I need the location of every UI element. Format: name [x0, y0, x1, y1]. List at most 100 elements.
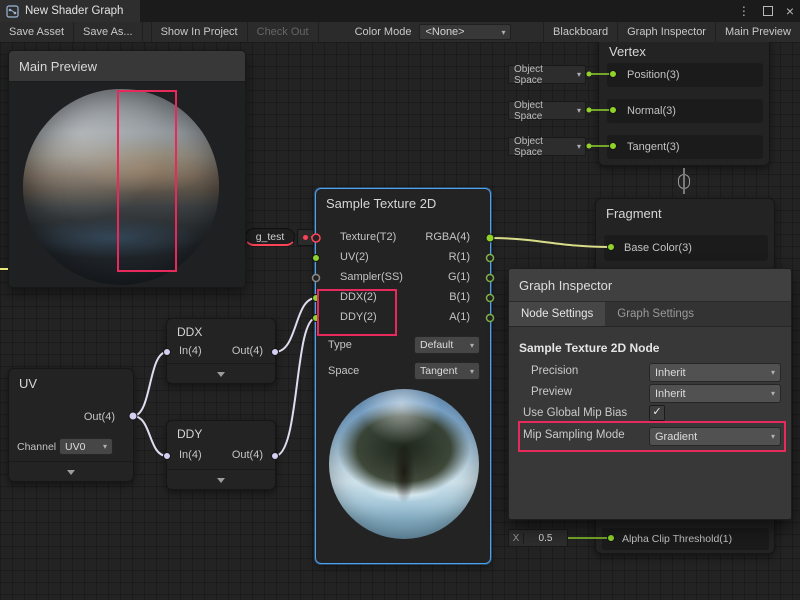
preview-dropdown[interactable]: Inherit ▾ — [649, 384, 781, 403]
precision-value: Inherit — [655, 367, 686, 379]
graph-inspector-header[interactable]: Graph Inspector — [509, 269, 791, 302]
graph-canvas[interactable]: Fragment Base Color(3) Alpha Clip Thresh… — [0, 42, 800, 600]
save-asset-button[interactable]: Save Asset — [0, 22, 74, 42]
chevron-down-icon — [67, 470, 75, 475]
color-mode-label: Color Mode — [349, 22, 418, 42]
chevron-down-icon: ▾ — [470, 341, 474, 350]
type-label: Type — [328, 339, 352, 351]
check-icon: ✓ — [652, 406, 661, 418]
texture-property-pill[interactable]: g_test — [245, 228, 295, 246]
chevron-down-icon — [217, 372, 225, 377]
uv-channel-value: UV0 — [65, 441, 85, 453]
input-sampler-label: Sampler(SS) — [340, 271, 403, 283]
output-rgba-label: RGBA(4) — [425, 231, 470, 243]
window-title: New Shader Graph — [25, 5, 123, 17]
uv-collapse-button[interactable] — [9, 461, 133, 482]
ddy-in-label: In(4) — [179, 449, 202, 461]
chevron-down-icon: ▾ — [771, 368, 775, 377]
inspector-node-heading: Sample Texture 2D Node — [519, 341, 659, 355]
space-label: Space — [328, 365, 359, 377]
title-bar: New Shader Graph ⋮ × — [0, 0, 800, 22]
wire-uv-to-ddy — [133, 416, 167, 456]
tab-node-settings[interactable]: Node Settings — [509, 302, 605, 326]
uv-node[interactable]: UV Out(4) Channel UV0 ▾ — [8, 368, 134, 482]
ddx-node[interactable]: DDX In(4) Out(4) — [166, 318, 276, 384]
ddy-node[interactable]: DDY In(4) Out(4) — [166, 420, 276, 490]
alpha-value[interactable]: 0.5 — [524, 533, 567, 544]
mip-bias-label: Use Global Mip Bias — [523, 407, 627, 419]
wire-uv-to-ddx — [133, 352, 167, 416]
chevron-down-icon: ▾ — [501, 28, 505, 37]
use-global-mip-bias-checkbox[interactable]: ✓ — [649, 405, 665, 421]
show-in-project-button[interactable]: Show In Project — [151, 22, 248, 42]
document-tab[interactable]: New Shader Graph — [0, 0, 140, 22]
preview-label: Preview — [531, 386, 572, 398]
alpha-clip-value-widget[interactable]: X 0.5 — [508, 529, 568, 547]
preview-value: Inherit — [655, 388, 686, 400]
tangent-space-dropdown[interactable]: Object Space ▾ — [508, 137, 586, 156]
ddx-in-label: In(4) — [179, 345, 202, 357]
blackboard-toggle-button[interactable]: Blackboard — [543, 22, 617, 42]
wire-ddx-to-sample — [275, 298, 316, 352]
main-preview-toggle-button[interactable]: Main Preview — [715, 22, 800, 42]
position-block[interactable]: Position(3) — [607, 63, 763, 87]
normal-space-dropdown[interactable]: Object Space ▾ — [508, 101, 586, 120]
chevron-down-icon: ▾ — [577, 142, 581, 151]
ddy-node-title: DDY — [167, 421, 275, 445]
position-space-value: Object Space — [514, 64, 573, 86]
port-tangent-space-out[interactable] — [587, 144, 592, 149]
graph-inspector-title: Graph Inspector — [519, 278, 612, 293]
tab-graph-settings[interactable]: Graph Settings — [605, 302, 706, 326]
port-normal-space-out[interactable] — [587, 108, 592, 113]
tangent-space-value: Object Space — [514, 136, 573, 158]
color-mode-value: <None> — [425, 26, 464, 38]
tangent-block[interactable]: Tangent(3) — [607, 135, 763, 159]
chevron-down-icon: ▾ — [470, 367, 474, 376]
type-dropdown[interactable]: Default ▾ — [414, 336, 480, 354]
output-r-label: R(1) — [449, 251, 470, 263]
port-dot-icon — [303, 235, 308, 240]
highlight-main-preview-region — [117, 90, 177, 272]
graph-inspector-panel[interactable]: Graph Inspector Node Settings Graph Sett… — [508, 268, 792, 520]
ddx-node-title: DDX — [167, 319, 275, 343]
wire-rgba-to-basecolor — [490, 238, 611, 247]
ddy-collapse-button[interactable] — [167, 469, 275, 490]
base-color-block[interactable]: Base Color(3) — [604, 235, 768, 261]
window-controls: ⋮ × — [738, 0, 794, 22]
save-as-button[interactable]: Save As... — [74, 22, 143, 42]
fragment-node-title: Fragment — [596, 199, 774, 226]
sample-texture-node-title: Sample Texture 2D — [316, 189, 490, 216]
uv-out-label: Out(4) — [84, 411, 115, 423]
wire-ddy-to-sample — [275, 318, 316, 456]
uv-channel-dropdown[interactable]: UV0 ▾ — [59, 438, 113, 455]
type-value: Default — [420, 339, 453, 351]
sample-texture-2d-node[interactable]: Sample Texture 2D Texture(T2) UV(2) Samp… — [315, 188, 491, 564]
input-uv-label: UV(2) — [340, 251, 369, 263]
ddx-collapse-button[interactable] — [167, 363, 275, 384]
chevron-down-icon: ▾ — [577, 106, 581, 115]
chevron-down-icon: ▾ — [771, 389, 775, 398]
output-g-label: G(1) — [448, 271, 470, 283]
maximize-icon[interactable] — [763, 6, 773, 16]
ddx-out-label: Out(4) — [232, 345, 263, 357]
color-mode-dropdown[interactable]: <None> ▾ — [419, 24, 511, 40]
highlight-mip-sampling-mode — [518, 421, 786, 452]
texture-property-port[interactable] — [297, 229, 314, 246]
texture-property-label: g_test — [256, 231, 285, 243]
position-space-dropdown[interactable]: Object Space ▾ — [508, 65, 586, 84]
chevron-down-icon: ▾ — [577, 70, 581, 79]
precision-dropdown[interactable]: Inherit ▾ — [649, 363, 781, 382]
normal-block[interactable]: Normal(3) — [607, 99, 763, 123]
uv-node-title: UV — [9, 369, 133, 396]
port-position-space-out[interactable] — [587, 72, 592, 77]
alpha-clip-threshold-block[interactable]: Alpha Clip Threshold(1) — [602, 528, 769, 550]
output-a-label: A(1) — [449, 311, 470, 323]
more-icon[interactable]: ⋮ — [738, 4, 750, 18]
ddy-out-label: Out(4) — [232, 449, 263, 461]
close-icon[interactable]: × — [786, 3, 794, 19]
space-dropdown[interactable]: Tangent ▾ — [414, 362, 480, 380]
graph-inspector-toggle-button[interactable]: Graph Inspector — [617, 22, 715, 42]
main-preview-header[interactable]: Main Preview — [9, 51, 245, 82]
vertex-node[interactable]: Vertex Position(3) Normal(3) Tangent(3) — [598, 42, 770, 166]
inspector-tabs: Node Settings Graph Settings — [509, 302, 791, 327]
